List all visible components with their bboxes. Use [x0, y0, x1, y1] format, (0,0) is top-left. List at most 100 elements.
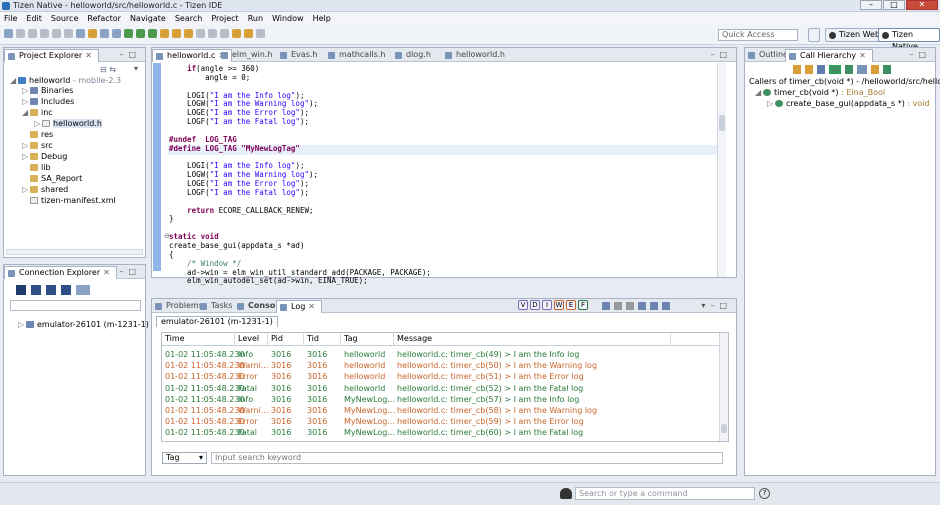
- menu-help[interactable]: Help: [313, 14, 331, 23]
- next-icon[interactable]: [793, 65, 801, 74]
- refresh-icon[interactable]: [871, 65, 879, 74]
- log-row[interactable]: 01-02 11:05:48.230 Fatal 3016 3016 helloworl…: [162, 383, 728, 394]
- level-fatal-button[interactable]: F: [578, 300, 588, 310]
- level-info-button[interactable]: I: [542, 300, 552, 310]
- tree-item-binaries[interactable]: ▷ Binaries: [22, 86, 73, 96]
- menu-edit[interactable]: Edit: [26, 14, 42, 23]
- tree-node-timer-cb[interactable]: ◢ timer_cb(void *) : Eina_Bool: [755, 88, 885, 98]
- menu-refactor[interactable]: Refactor: [87, 14, 121, 23]
- menu-project[interactable]: Project: [211, 14, 238, 23]
- print-icon[interactable]: [40, 29, 49, 38]
- settings-icon[interactable]: [76, 29, 85, 38]
- code-line[interactable]: LOGW("I am the Warning log");: [169, 99, 318, 108]
- connection-icon[interactable]: [100, 29, 109, 38]
- tab-project-explorer[interactable]: Project Explorer ✕: [4, 49, 99, 62]
- user-icon[interactable]: [560, 488, 572, 499]
- code-line[interactable]: LOGF("I am the Fatal log");: [169, 117, 309, 126]
- close-icon[interactable]: ✕: [906, 0, 938, 10]
- code-line[interactable]: LOGE("I am the Error log");: [169, 108, 309, 117]
- panel-minmax-icons[interactable]: ▾–□: [701, 301, 732, 310]
- menu-file[interactable]: File: [4, 14, 17, 23]
- open-perspective-icon[interactable]: [808, 28, 820, 42]
- pull-icon[interactable]: [46, 285, 56, 295]
- code-line[interactable]: return ECORE_CALLBACK_RENEW;: [169, 206, 313, 215]
- menu-search[interactable]: Search: [175, 14, 202, 23]
- tree-node-create-base-gui[interactable]: ▷ create_base_gui(appdata_s *) : void: [767, 99, 930, 109]
- menu-run[interactable]: Run: [248, 14, 263, 23]
- tab-call-hierarchy[interactable]: Call Hierarchy ✕: [785, 49, 873, 62]
- column-pid[interactable]: Pid: [271, 333, 283, 344]
- menu-window[interactable]: Window: [272, 14, 304, 23]
- tab-connection-explorer[interactable]: Connection Explorer ✕: [4, 266, 117, 279]
- panel-minmax-icons[interactable]: –□: [909, 50, 931, 59]
- open-type-icon[interactable]: [172, 29, 181, 38]
- code-line[interactable]: elm_win_autodel_set(ad->win, EINA_TRUE);: [169, 276, 368, 285]
- save-all-icon[interactable]: [28, 29, 37, 38]
- tab-tasks[interactable]: Tasks: [197, 300, 238, 313]
- editor-vertical-scrollbar[interactable]: [717, 63, 726, 277]
- show-callees-icon[interactable]: [845, 65, 853, 74]
- code-line[interactable]: #undef LOG_TAG: [169, 135, 237, 144]
- view-menu-icon[interactable]: ▾: [134, 64, 138, 73]
- tree-item-sa-report[interactable]: SA_Report: [22, 174, 82, 184]
- build-icon[interactable]: [88, 29, 97, 38]
- search-icon[interactable]: [184, 29, 193, 38]
- code-line[interactable]: LOGI("I am the Info log");: [169, 161, 304, 170]
- scroll-thumb[interactable]: [721, 424, 727, 433]
- column-tid[interactable]: Tid: [307, 333, 319, 344]
- tree-item-inc[interactable]: ◢ inc: [22, 108, 53, 118]
- pin-icon[interactable]: [883, 65, 891, 74]
- log-row[interactable]: 01-02 11:05:48.230 Error 3016 3016 helloworl…: [162, 371, 728, 382]
- column-time[interactable]: Time: [165, 333, 185, 344]
- collapse-link-icons[interactable]: ⊟ ⇆: [100, 65, 116, 74]
- log-row[interactable]: 01-02 11:05:48.230 Warni... 3016 3016 hellow…: [162, 360, 728, 371]
- close-icon[interactable]: ✕: [85, 51, 92, 60]
- emulator-manager-icon[interactable]: [16, 285, 26, 295]
- tab-evas-h[interactable]: Evas.h: [277, 49, 323, 62]
- panel-minmax-icons[interactable]: –□: [710, 50, 732, 59]
- export-icon[interactable]: [602, 302, 610, 310]
- maximize-icon[interactable]: □: [883, 0, 905, 10]
- previous-icon[interactable]: [805, 65, 813, 74]
- gear-icon[interactable]: [112, 29, 121, 38]
- profile-icon[interactable]: [148, 29, 157, 38]
- level-error-button[interactable]: E: [566, 300, 576, 310]
- tab-device-log[interactable]: emulator-26101 (m-1231-1): [156, 316, 278, 327]
- minimize-icon[interactable]: –: [860, 0, 882, 10]
- scroll-thumb[interactable]: [719, 115, 725, 131]
- tab-dlog-h[interactable]: dlog.h: [392, 49, 437, 62]
- tree-item-res[interactable]: res: [22, 130, 53, 140]
- tree-item-shared[interactable]: ▷ shared: [22, 185, 68, 195]
- tree-item-includes[interactable]: ▷ Includes: [22, 97, 74, 107]
- tab-helloworld-h[interactable]: helloworld.h: [442, 49, 511, 62]
- terminal-icon[interactable]: [61, 285, 71, 295]
- save-icon[interactable]: [16, 29, 25, 38]
- back-icon[interactable]: [232, 29, 241, 38]
- tree-item-debug[interactable]: ▷ Debug: [22, 152, 67, 162]
- code-line[interactable]: /* Window */: [169, 259, 241, 268]
- code-line[interactable]: LOGI("I am the Info log");: [169, 91, 304, 100]
- log-vertical-scrollbar[interactable]: [719, 333, 728, 441]
- level-debug-button[interactable]: D: [530, 300, 540, 310]
- undo-icon[interactable]: [52, 29, 61, 38]
- new-icon[interactable]: [4, 29, 13, 38]
- log-row[interactable]: 01-02 11:05:48.230 Warni... 3016 3016 MyNewL…: [162, 405, 728, 416]
- code-line[interactable]: #define LOG_TAG "MyNewLogTag": [169, 144, 300, 153]
- connection-filter-input[interactable]: [10, 300, 141, 311]
- code-line[interactable]: static void: [169, 232, 219, 241]
- level-verbose-button[interactable]: V: [518, 300, 528, 310]
- command-search-input[interactable]: Search or type a command: [575, 487, 755, 500]
- device-menu-icon[interactable]: [76, 285, 90, 295]
- filter-type-select[interactable]: Tag ▾: [162, 452, 207, 464]
- column-message[interactable]: Message: [397, 333, 432, 344]
- log-row[interactable]: 01-02 11:05:48.230 Info 3016 3016 helloworld…: [162, 349, 728, 360]
- column-level[interactable]: Level: [238, 333, 259, 344]
- tree-item-manifest[interactable]: tizen-manifest.xml: [22, 196, 116, 206]
- prev-annotation-icon[interactable]: [208, 29, 217, 38]
- edit-filter-icon[interactable]: [626, 302, 634, 310]
- log-row[interactable]: 01-02 11:05:48.230 Fatal 3016 3016 MyNewLog.…: [162, 427, 728, 438]
- push-icon[interactable]: [31, 285, 41, 295]
- code-line[interactable]: ad->win = elm_win_util_standard_add(PACK…: [169, 268, 431, 277]
- tree-item-lib[interactable]: lib: [22, 163, 51, 173]
- code-line[interactable]: {: [169, 250, 174, 259]
